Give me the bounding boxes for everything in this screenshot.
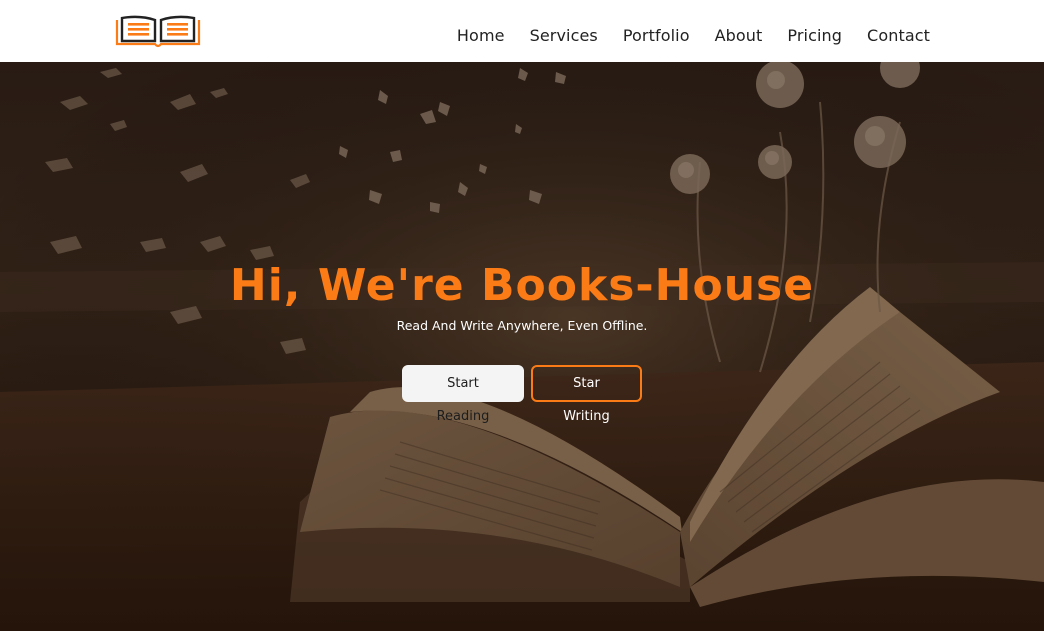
hero-content: Hi, We're Books-House Read And Write Any… <box>0 257 1044 424</box>
nav-item-portfolio: Portfolio <box>623 26 690 46</box>
nav-menu: Home Services Portfolio About Pricing Co… <box>432 26 930 46</box>
nav-link-about[interactable]: About <box>715 26 763 45</box>
nav-link-portfolio[interactable]: Portfolio <box>623 26 690 45</box>
hero-buttons: Start Reading Star Writing <box>0 365 1044 424</box>
open-book-logo-icon[interactable] <box>114 14 202 50</box>
hero-subtitle: Read And Write Anywhere, Even Offline. <box>396 318 648 333</box>
start-reading-button[interactable]: Start Reading <box>402 365 524 424</box>
nav-link-home[interactable]: Home <box>457 26 505 45</box>
nav-item-contact: Contact <box>867 26 930 46</box>
nav-item-about: About <box>715 26 763 46</box>
hero-title: Hi, We're Books-House <box>229 260 815 311</box>
nav-link-contact[interactable]: Contact <box>867 26 930 45</box>
nav-link-pricing[interactable]: Pricing <box>787 26 842 45</box>
nav-item-home: Home <box>457 26 505 46</box>
nav-item-services: Services <box>530 26 598 46</box>
hero-section: Hi, We're Books-House Read And Write Any… <box>0 62 1044 631</box>
star-writing-button[interactable]: Star Writing <box>531 365 642 424</box>
nav-item-pricing: Pricing <box>787 26 842 46</box>
nav-link-services[interactable]: Services <box>530 26 598 45</box>
navbar: Home Services Portfolio About Pricing Co… <box>0 0 1044 62</box>
